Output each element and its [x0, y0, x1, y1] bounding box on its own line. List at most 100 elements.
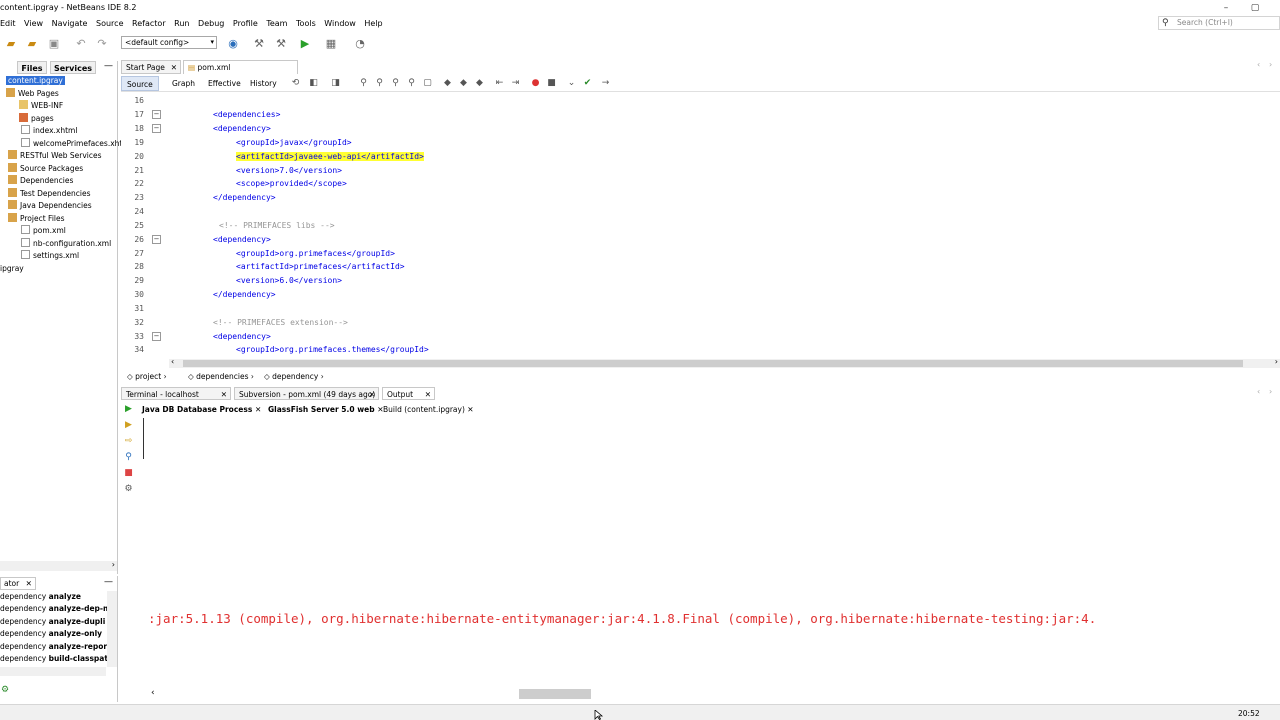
- menu-run[interactable]: Run: [171, 16, 192, 31]
- tree-item-nb-configuration[interactable]: nb-configuration.xml: [21, 238, 111, 250]
- settings-gear-icon[interactable]: ⚙: [1, 685, 9, 695]
- close-icon[interactable]: ✕: [171, 61, 177, 75]
- save-all-icon[interactable]: ▣: [46, 36, 62, 51]
- fold-collapse-icon[interactable]: −: [152, 332, 161, 341]
- scroll-tabs-right-icon[interactable]: ›: [1269, 387, 1272, 396]
- code-editor[interactable]: <dependencies> <dependency> <groupId>jav…: [169, 93, 1280, 358]
- tree-item-java-dependencies[interactable]: Java Dependencies: [8, 200, 92, 212]
- menu-navigate[interactable]: Navigate: [49, 16, 91, 31]
- debug-project-icon[interactable]: ▦: [323, 36, 339, 51]
- stop-icon[interactable]: ■: [123, 468, 134, 479]
- resume-icon[interactable]: ⇨: [123, 436, 134, 447]
- open-project-icon[interactable]: ▰: [24, 36, 40, 51]
- tab-files[interactable]: Files: [17, 61, 47, 74]
- tree-item-index-xhtml[interactable]: index.xhtml: [21, 125, 77, 137]
- close-icon[interactable]: ✕: [221, 388, 227, 401]
- last-edit-icon[interactable]: ⟲: [289, 77, 302, 90]
- output-hscrollbar[interactable]: ‹: [148, 688, 1280, 700]
- search-input[interactable]: ⚲ Search (Ctrl+I): [1158, 16, 1280, 30]
- nav-goal-analyze-only[interactable]: dependency analyze-only: [0, 628, 102, 640]
- nav-goal-analyze-dep-mgt[interactable]: dependency analyze-dep-m: [0, 603, 111, 615]
- menu-team[interactable]: Team: [263, 16, 290, 31]
- run-goal-icon[interactable]: →: [599, 77, 612, 90]
- navigator-hscrollbar[interactable]: [0, 667, 106, 676]
- menu-debug[interactable]: Debug: [195, 16, 227, 31]
- fold-collapse-icon[interactable]: −: [152, 124, 161, 133]
- close-icon[interactable]: ✕: [26, 579, 32, 588]
- settings-icon[interactable]: ⚙: [123, 484, 134, 495]
- close-icon[interactable]: ✕: [467, 405, 473, 414]
- maximize-button[interactable]: ▢: [1242, 0, 1268, 16]
- subtab-glassfish[interactable]: GlassFish Server 5.0 web ✕: [268, 403, 384, 416]
- subtab-build[interactable]: Build (content.ipgray) ✕: [383, 403, 474, 416]
- menu-source[interactable]: Source: [93, 16, 126, 31]
- close-icon[interactable]: ✕: [255, 405, 261, 414]
- shift-left-icon[interactable]: ⇤: [493, 77, 506, 90]
- tree-item-restful[interactable]: RESTful Web Services: [8, 150, 102, 162]
- tree-item-web-inf[interactable]: WEB-INF: [19, 100, 63, 112]
- undo-icon[interactable]: ↶: [73, 36, 89, 51]
- nav-goal-build-classpath[interactable]: dependency build-classpat: [0, 653, 108, 665]
- redo-icon[interactable]: ↷: [94, 36, 110, 51]
- minimize-button[interactable]: –: [1213, 0, 1239, 16]
- run-project-icon[interactable]: ▶: [297, 36, 313, 51]
- tab-terminal[interactable]: Terminal - localhost ✕: [121, 387, 231, 400]
- browser-globe-icon[interactable]: ◉: [225, 36, 241, 51]
- scrollbar-thumb[interactable]: [183, 360, 1243, 367]
- tree-item-ipgray[interactable]: ipgray: [0, 263, 24, 275]
- start-macro-icon[interactable]: ●: [529, 77, 542, 90]
- fold-collapse-icon[interactable]: −: [152, 235, 161, 244]
- scroll-tabs-left-icon[interactable]: ‹: [1257, 387, 1260, 396]
- tree-item-pages[interactable]: pages: [19, 113, 54, 125]
- menu-tools[interactable]: Tools: [293, 16, 319, 31]
- stop-macro-icon[interactable]: ■: [545, 77, 558, 90]
- tab-services[interactable]: Services: [50, 61, 96, 74]
- next-bookmark-icon[interactable]: ◆: [457, 77, 470, 90]
- clean-build-icon[interactable]: ⚒: [273, 36, 289, 51]
- minimize-panel-icon[interactable]: —: [104, 61, 113, 71]
- nav-goal-analyze-duplicate[interactable]: dependency analyze-dupli: [0, 616, 105, 628]
- view-tab-graph[interactable]: Graph: [167, 76, 200, 91]
- menu-refactor[interactable]: Refactor: [129, 16, 169, 31]
- tab-navigator[interactable]: ator ✕: [0, 577, 36, 590]
- breadcrumb-project[interactable]: ◇ project ›: [127, 370, 167, 383]
- rerun-goals-icon[interactable]: ▶: [123, 420, 134, 431]
- chevron-left-icon[interactable]: ‹: [171, 357, 174, 366]
- navigator-vscrollbar[interactable]: [107, 591, 117, 667]
- menu-window[interactable]: Window: [321, 16, 359, 31]
- tab-pom-xml[interactable]: ▤ pom.xml [content.ipgray]✕: [183, 60, 298, 86]
- menu-profile[interactable]: Profile: [230, 16, 261, 31]
- forward-icon[interactable]: ◨: [329, 77, 342, 90]
- find-previous-icon[interactable]: ⚲: [373, 77, 386, 90]
- tree-item-web-pages[interactable]: Web Pages: [6, 88, 59, 100]
- tree-item-welcome-primefaces[interactable]: welcomePrimefaces.xhtml: [21, 138, 132, 150]
- chevron-right-icon[interactable]: ›: [1275, 357, 1278, 366]
- tree-item-source-packages[interactable]: Source Packages: [8, 163, 83, 175]
- view-tab-source[interactable]: Source: [121, 76, 159, 91]
- chevron-right-icon[interactable]: ›: [112, 560, 115, 569]
- back-icon[interactable]: ◧: [307, 77, 320, 90]
- chevron-left-icon[interactable]: ‹: [151, 688, 155, 698]
- toggle-highlight-icon[interactable]: ▢: [421, 77, 434, 90]
- comment-icon[interactable]: ⌄: [565, 77, 578, 90]
- view-tab-effective[interactable]: Effective: [203, 76, 246, 91]
- projects-hscrollbar[interactable]: ›: [0, 560, 117, 571]
- shift-right-icon[interactable]: ⇥: [509, 77, 522, 90]
- close-icon[interactable]: ✕: [425, 388, 431, 401]
- nav-goal-analyze[interactable]: dependency analyze: [0, 591, 81, 603]
- find-selection-icon[interactable]: ⚲: [405, 77, 418, 90]
- previous-bookmark-icon[interactable]: ◆: [441, 77, 454, 90]
- tree-item-project[interactable]: content.ipgray: [6, 75, 65, 87]
- toggle-bookmark-icon[interactable]: ◆: [473, 77, 486, 90]
- config-select[interactable]: <default config> ▾: [121, 36, 217, 49]
- validate-icon[interactable]: ✔: [581, 77, 594, 90]
- minimize-panel-icon[interactable]: —: [104, 577, 113, 587]
- breadcrumb-dependency[interactable]: ◇ dependency ›: [264, 370, 324, 383]
- new-project-icon[interactable]: ▰: [3, 36, 19, 51]
- scroll-tabs-left-icon[interactable]: ‹: [1257, 60, 1260, 69]
- scrollbar-thumb[interactable]: [519, 689, 591, 699]
- fold-collapse-icon[interactable]: −: [152, 110, 161, 119]
- close-icon[interactable]: ✕: [369, 388, 375, 401]
- find-icon[interactable]: ⚲: [357, 77, 370, 90]
- editor-hscrollbar[interactable]: ‹ ›: [169, 357, 1280, 368]
